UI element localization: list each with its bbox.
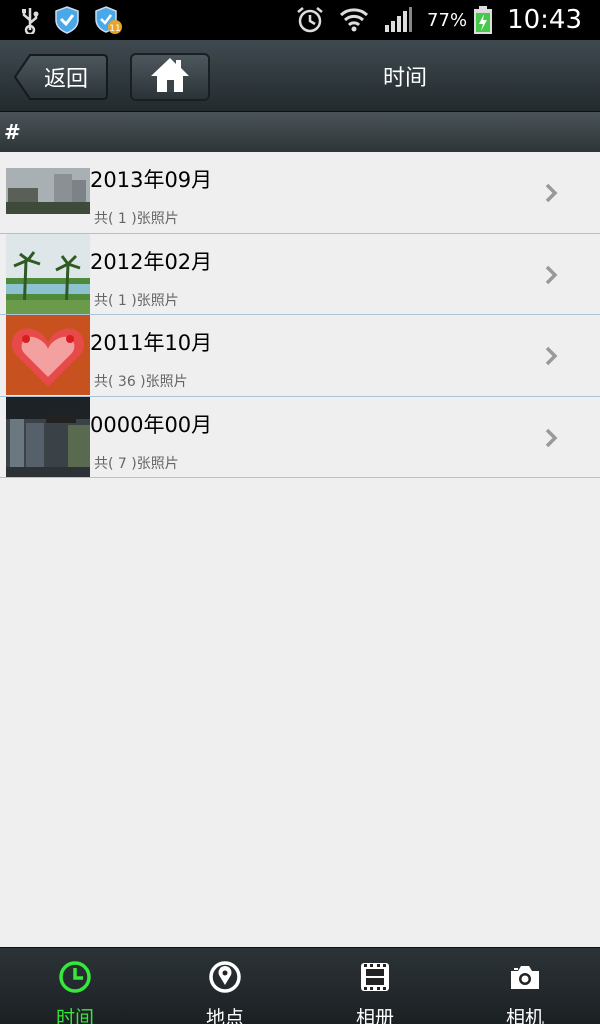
thumbnail-escalator [6,396,90,477]
battery-charging-icon [473,5,493,35]
clock-icon [58,960,92,999]
alarm-icon [295,5,325,35]
thumbnail-palm-resort [6,233,90,314]
item-photo-count: 共( 1 )张照片 [94,211,179,227]
home-button[interactable] [130,53,210,101]
nav-tab-time[interactable]: 时间 [0,948,150,1024]
status-bar: 11 77% 10:43 [0,0,600,40]
chevron-right-icon [544,427,558,453]
clock-time: 10:43 [507,5,582,35]
nav-label-album: 相册 [355,1007,394,1024]
film-album-icon [358,960,392,999]
chevron-right-icon [544,264,558,290]
location-pin-icon [208,960,242,999]
wifi-icon [339,6,369,34]
bottom-nav: 时间 地点 相册 相机 [0,947,600,1024]
item-title: 2012年02月 [90,249,213,274]
nav-label-camera: 相机 [505,1007,544,1024]
shield-badge-icon: 11 [94,6,122,34]
back-button[interactable]: 返回 [14,54,108,100]
list-item[interactable]: 2011年10月 共( 36 )张照片 [0,315,600,397]
list-item[interactable]: 2013年09月 共( 1 )张照片 [0,152,600,234]
section-header: # [0,112,600,152]
item-title: 2013年09月 [90,168,213,192]
nav-label-time: 时间 [55,1007,94,1024]
thumbnail-city [6,152,90,232]
signal-icon [383,7,413,33]
shield-icon [54,6,80,34]
chevron-right-icon [544,182,558,208]
home-icon [149,56,191,98]
app-header: 返回 时间 [0,40,600,112]
list-item[interactable]: 2012年02月 共( 1 )张照片 [0,233,600,315]
list-item[interactable]: 0000年00月 共( 7 )张照片 [0,396,600,478]
month-list: 2013年09月 共( 1 )张照片 2012年02月 共( 1 )张照片 20… [0,152,600,478]
battery-percent: 77% [427,9,468,31]
usb-icon [20,6,40,34]
item-photo-count: 共( 1 )张照片 [94,292,179,309]
nav-label-location: 地点 [205,1007,244,1024]
chevron-right-icon [544,345,558,371]
item-photo-count: 共( 7 )张照片 [94,455,179,472]
nav-tab-camera[interactable]: 相机 [450,948,600,1024]
item-title: 2011年10月 [90,331,213,355]
item-title: 0000年00月 [90,412,213,437]
item-photo-count: 共( 36 )张照片 [94,374,188,390]
camera-icon [508,960,542,999]
nav-tab-location[interactable]: 地点 [150,948,300,1024]
nav-tab-album[interactable]: 相册 [300,948,450,1024]
svg-text:11: 11 [109,24,120,34]
page-title: 时间 [382,66,427,91]
back-button-label: 返回 [43,67,88,92]
thumbnail-heart-cake [6,315,90,395]
